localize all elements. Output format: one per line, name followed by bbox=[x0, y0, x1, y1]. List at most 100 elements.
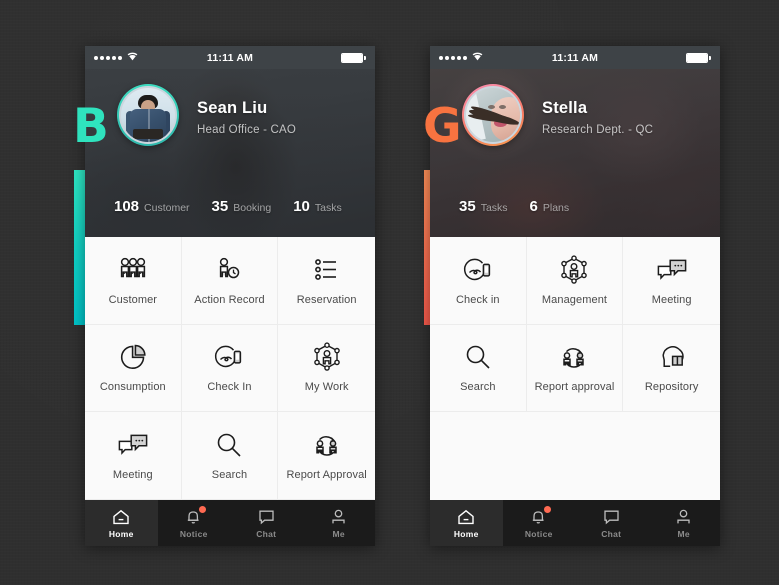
tab-home[interactable]: Home bbox=[85, 500, 158, 546]
tab-label: Me bbox=[677, 528, 690, 539]
grid-item-action-record[interactable]: Action Record bbox=[181, 237, 279, 325]
my-work-hex-icon bbox=[559, 255, 589, 285]
stat-item[interactable]: 108 Customer bbox=[114, 198, 190, 215]
bell-icon bbox=[185, 505, 207, 526]
status-bar-time: 11:11 AM bbox=[206, 51, 254, 64]
meeting-chat-icon bbox=[117, 430, 149, 460]
stat-label: Plans bbox=[542, 202, 570, 214]
stat-value: 10 bbox=[293, 198, 310, 215]
profile-name-block: Stella Research Dept. - QC bbox=[542, 99, 653, 136]
grid-item-check-in[interactable]: Check In bbox=[181, 324, 279, 413]
grid-empty-row bbox=[430, 412, 720, 500]
grid-item-label: Report Approval bbox=[286, 469, 367, 482]
avatar[interactable] bbox=[117, 84, 179, 146]
profile-header: Stella Research Dept. - QC 35 Tasks 6 Pl… bbox=[430, 69, 720, 237]
stat-label: Booking bbox=[233, 202, 272, 214]
report-approval-icon bbox=[311, 430, 343, 460]
grid-item-check-in[interactable]: Check in bbox=[430, 237, 527, 325]
avatar[interactable] bbox=[462, 84, 524, 146]
person-icon bbox=[675, 508, 692, 526]
tab-chat[interactable]: Chat bbox=[575, 500, 648, 546]
chat-icon bbox=[603, 508, 620, 526]
person-icon bbox=[330, 508, 347, 526]
app-grid: Check in Management Meeting Search Repor… bbox=[430, 237, 720, 500]
reservation-list-icon bbox=[312, 255, 342, 285]
tab-me[interactable]: Me bbox=[648, 500, 721, 546]
profile-stats: 35 Tasks 6 Plans bbox=[459, 198, 569, 215]
repository-icon bbox=[657, 342, 687, 372]
bottom-tab-bar: Home Notice Chat Me bbox=[430, 500, 720, 546]
stat-label: Tasks bbox=[480, 202, 508, 214]
stat-label: Tasks bbox=[314, 202, 342, 214]
phone-screen-right: 11:11 AM Stella Research Dept. - QC 35 T… bbox=[430, 46, 720, 546]
grid-item-label: Report approval bbox=[534, 381, 615, 394]
report-approval-icon bbox=[558, 342, 590, 372]
grid-item-label: Meeting bbox=[651, 293, 692, 306]
grid-item-meeting[interactable]: Meeting bbox=[623, 237, 720, 325]
search-magnifier-icon bbox=[215, 430, 243, 460]
meeting-chat-icon bbox=[656, 255, 688, 285]
grid-item-management[interactable]: Management bbox=[526, 237, 624, 325]
accent-letter-right: G bbox=[423, 99, 462, 154]
stat-item[interactable]: 35 Tasks bbox=[459, 198, 508, 215]
customer-group-icon bbox=[118, 255, 148, 285]
grid-item-report-approval[interactable]: Report approval bbox=[526, 324, 624, 413]
stat-item[interactable]: 10 Tasks bbox=[293, 198, 342, 215]
app-grid: Customer Action Record Reservation Consu… bbox=[85, 237, 375, 500]
bell-icon bbox=[530, 505, 552, 526]
status-bar: 11:11 AM bbox=[430, 46, 720, 69]
tab-label: Notice bbox=[179, 528, 208, 539]
check-in-icon bbox=[214, 342, 244, 372]
profile-role: Head Office - CAO bbox=[197, 124, 297, 136]
grid-item-label: Repository bbox=[644, 381, 699, 394]
phone-screen-left: 11:11 AM Sean Liu Head Office - CAO 108 … bbox=[85, 46, 375, 546]
grid-item-reservation[interactable]: Reservation bbox=[278, 237, 375, 325]
grid-item-label: Customer bbox=[108, 293, 158, 306]
home-icon bbox=[112, 508, 130, 526]
profile-name-block: Sean Liu Head Office - CAO bbox=[197, 99, 296, 136]
home-icon bbox=[457, 508, 475, 526]
design-canvas: B G 11:11 AM Sean Liu Head Office - CAO … bbox=[0, 0, 779, 585]
grid-item-repository[interactable]: Repository bbox=[623, 324, 720, 413]
avatar-image bbox=[119, 86, 177, 144]
grid-item-label: Meeting bbox=[112, 469, 153, 482]
stat-item[interactable]: 6 Plans bbox=[530, 198, 570, 215]
tab-notice[interactable]: Notice bbox=[503, 500, 576, 546]
tab-notice[interactable]: Notice bbox=[158, 500, 231, 546]
tab-chat[interactable]: Chat bbox=[230, 500, 303, 546]
grid-item-search[interactable]: Search bbox=[430, 324, 527, 413]
grid-item-label: Search bbox=[460, 381, 496, 394]
tab-label: Chat bbox=[601, 528, 622, 539]
stat-item[interactable]: 35 Booking bbox=[212, 198, 272, 215]
chat-icon bbox=[258, 508, 275, 526]
check-in-icon bbox=[463, 255, 493, 285]
grid-item-consumption[interactable]: Consumption bbox=[85, 324, 182, 413]
profile-name: Sean Liu bbox=[197, 99, 268, 117]
grid-item-report-approval[interactable]: Report Approval bbox=[278, 412, 375, 500]
grid-item-label: My Work bbox=[304, 381, 349, 394]
grid-item-search[interactable]: Search bbox=[181, 412, 279, 500]
grid-item-label: Action Record bbox=[194, 293, 265, 306]
stat-value: 35 bbox=[211, 198, 229, 215]
tab-label: Me bbox=[332, 528, 345, 539]
profile-name: Stella bbox=[542, 99, 588, 117]
grid-item-meeting[interactable]: Meeting bbox=[85, 412, 182, 500]
profile-header: Sean Liu Head Office - CAO 108 Customer … bbox=[85, 69, 375, 237]
grid-item-label: Reservation bbox=[296, 293, 357, 306]
tab-label: Chat bbox=[256, 528, 277, 539]
grid-item-my-work[interactable]: My Work bbox=[278, 324, 375, 413]
stat-value: 6 bbox=[529, 198, 538, 215]
stat-value: 108 bbox=[114, 198, 140, 215]
grid-item-customer[interactable]: Customer bbox=[85, 237, 182, 325]
bottom-tab-bar: Home Notice Chat Me bbox=[85, 500, 375, 546]
search-magnifier-icon bbox=[464, 342, 492, 372]
tab-me[interactable]: Me bbox=[303, 500, 376, 546]
tab-label: Home bbox=[453, 528, 479, 539]
action-record-icon bbox=[214, 255, 244, 285]
notification-badge bbox=[544, 505, 552, 513]
grid-item-label: Check In bbox=[207, 381, 252, 394]
grid-item-label: Search bbox=[211, 469, 248, 482]
status-bar-time: 11:11 AM bbox=[551, 51, 599, 64]
tab-home[interactable]: Home bbox=[430, 500, 503, 546]
status-bar: 11:11 AM bbox=[85, 46, 375, 69]
